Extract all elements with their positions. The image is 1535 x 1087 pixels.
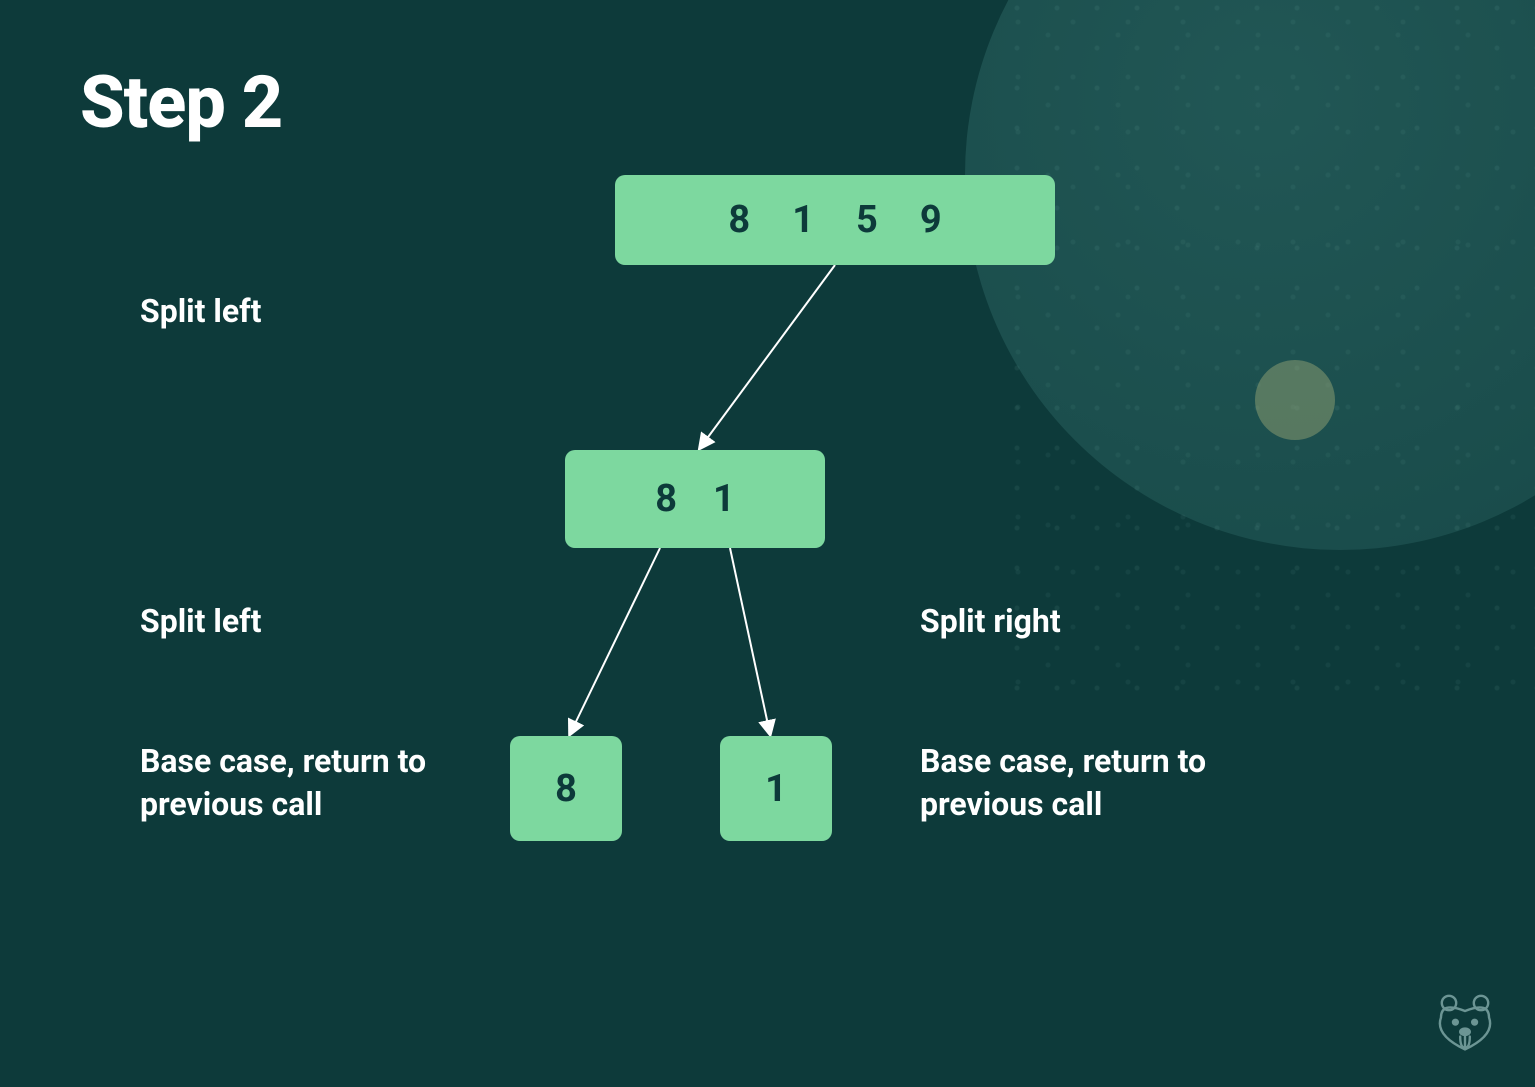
label-split-right: Split right	[920, 600, 1061, 643]
node-value: 9	[920, 198, 942, 242]
node-root: 8 1 5 9	[615, 175, 1055, 265]
label-split-left-2: Split left	[140, 600, 261, 643]
decorative-texture	[985, 0, 1535, 700]
step-title: Step 2	[80, 60, 282, 145]
edge-root-to-mid	[700, 265, 835, 448]
node-value: 1	[792, 198, 814, 242]
node-mid: 8 1	[565, 450, 825, 548]
label-base-case-left: Base case, return to previous call	[140, 740, 490, 826]
edge-mid-to-right	[730, 548, 770, 734]
node-value: 8	[655, 477, 677, 521]
node-value: 1	[713, 477, 735, 521]
node-leaf-left: 8	[510, 736, 622, 841]
node-value: 5	[856, 198, 878, 242]
node-leaf-right: 1	[720, 736, 832, 841]
edge-mid-to-left	[570, 548, 660, 734]
node-value: 8	[555, 767, 577, 811]
decorative-spot	[1255, 360, 1335, 440]
label-base-case-right: Base case, return to previous call	[920, 740, 1290, 826]
node-value: 1	[765, 767, 787, 811]
label-split-left-1: Split left	[140, 290, 261, 333]
decorative-circle	[965, 0, 1535, 550]
node-value: 8	[728, 198, 750, 242]
beaver-logo-icon	[1425, 987, 1505, 1067]
